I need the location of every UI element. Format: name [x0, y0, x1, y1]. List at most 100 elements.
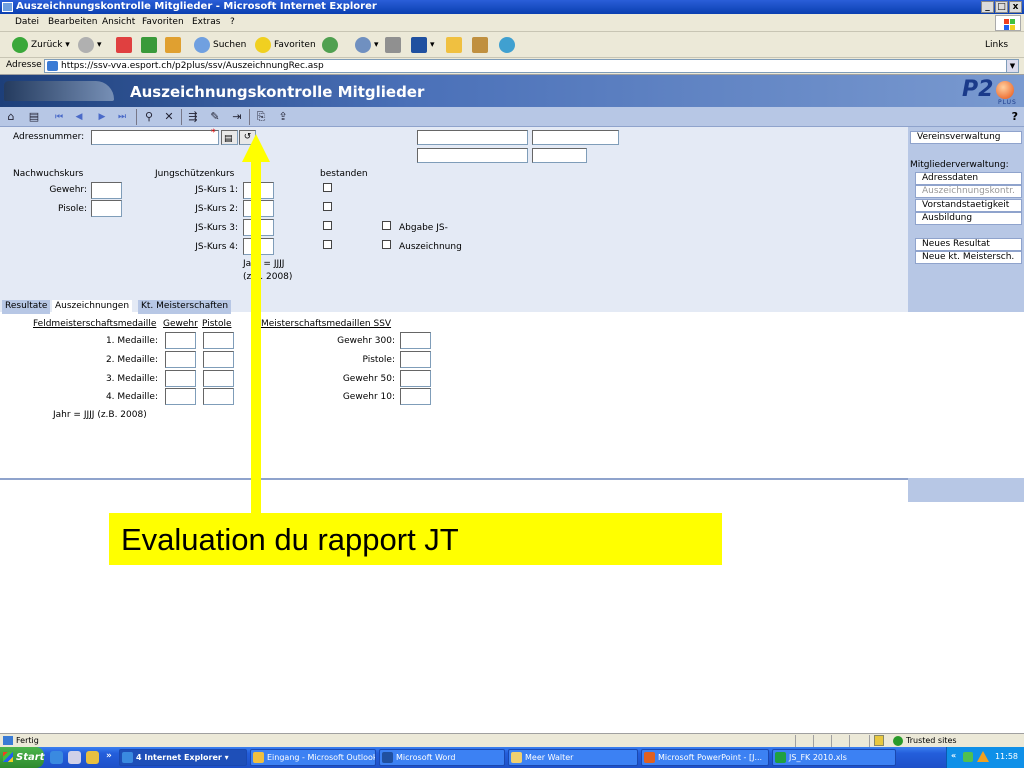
tab-auszeichnungen[interactable]: Auszeichnungen: [52, 300, 133, 314]
sidebar-item-adressdaten[interactable]: Adressdaten: [915, 172, 1022, 185]
nachwuchs-pistole-input[interactable]: [91, 200, 122, 217]
close-button[interactable]: x: [1009, 1, 1022, 13]
js3-bestanden-checkbox[interactable]: [323, 221, 332, 230]
ssv-pistole-input[interactable]: [400, 351, 431, 368]
logo-sub: PLUS: [998, 99, 1017, 106]
sidebar-item-auszeichnungskontr[interactable]: Auszeichnungskontr.: [915, 185, 1022, 198]
medal3-pistole-input[interactable]: [203, 370, 234, 387]
js4-label: JS-Kurs 4:: [195, 242, 238, 252]
maximize-button[interactable]: □: [995, 1, 1008, 13]
address-lookup-button[interactable]: ▤: [221, 130, 238, 145]
forward-button[interactable]: ▾: [78, 36, 102, 54]
word-button[interactable]: ▾: [411, 36, 435, 54]
medal2-pistole-input[interactable]: [203, 351, 234, 368]
mail-icon: [355, 36, 371, 53]
status-divider: [849, 735, 850, 747]
back-button[interactable]: Zurück ▾: [12, 36, 70, 54]
sidebar-vereinsverwaltung[interactable]: Vereinsverwaltung: [910, 131, 1022, 144]
quicklaunch-more-icon[interactable]: »: [106, 751, 119, 764]
menu-bearbeiten[interactable]: Bearbeiten: [48, 17, 97, 27]
street-field[interactable]: [417, 148, 528, 163]
address-input[interactable]: https://ssv-vva.esport.ch/p2plus/ssv/Aus…: [44, 59, 1019, 73]
ssv-gewehr300-input[interactable]: [400, 332, 431, 349]
abgabe-checkbox[interactable]: [382, 221, 391, 230]
medal4-gewehr-input[interactable]: [165, 388, 196, 405]
stop-button[interactable]: [116, 36, 135, 54]
city-field[interactable]: [532, 148, 587, 163]
ssv-gewehr50-input[interactable]: [400, 370, 431, 387]
favorites-button[interactable]: Favoriten: [255, 36, 316, 54]
task-powerpoint[interactable]: Microsoft PowerPoint - [J...: [641, 749, 769, 766]
research-button[interactable]: [472, 36, 491, 54]
medal4-pistole-input[interactable]: [203, 388, 234, 405]
network-tray-icon[interactable]: [963, 752, 973, 762]
js1-bestanden-checkbox[interactable]: [323, 183, 332, 192]
edit-icon[interactable]: ✎: [208, 110, 222, 124]
binoculars-icon[interactable]: ⚲: [142, 110, 156, 124]
sidebar-neue-meisterschaft[interactable]: Neue kt. Meistersch.: [915, 251, 1022, 264]
media-button[interactable]: [322, 36, 341, 54]
select-record-icon[interactable]: ▤: [27, 110, 41, 124]
task-excel[interactable]: JS_FK 2010.xls: [772, 749, 896, 766]
previous-record-icon[interactable]: ◀: [72, 110, 86, 124]
menu-ansicht[interactable]: Ansicht: [102, 17, 135, 27]
home-button[interactable]: [165, 36, 184, 54]
auszeichnung-checkbox[interactable]: [382, 240, 391, 249]
firstname-field[interactable]: [532, 130, 619, 145]
menu-favoriten[interactable]: Favoriten: [142, 17, 184, 27]
task-internet-explorer[interactable]: 4 Internet Explorer ▾: [119, 749, 247, 766]
next-record-icon[interactable]: ▶: [95, 110, 109, 124]
medal1-pistole-input[interactable]: [203, 332, 234, 349]
address-dropdown-icon[interactable]: ▼: [1006, 60, 1018, 72]
medal1-gewehr-input[interactable]: [165, 332, 196, 349]
first-record-icon[interactable]: ⏮: [52, 110, 66, 124]
refresh-button[interactable]: [141, 36, 160, 54]
export-icon[interactable]: ⇥: [230, 110, 244, 124]
medal3-gewehr-input[interactable]: [165, 370, 196, 387]
adressnummer-input[interactable]: [91, 130, 219, 145]
outlook-quicklaunch-icon[interactable]: [86, 751, 99, 764]
ssv-gewehr10-input[interactable]: [400, 388, 431, 405]
desktop-quicklaunch-icon[interactable]: [68, 751, 81, 764]
tray-expand-button[interactable]: «: [951, 751, 956, 760]
messenger-button[interactable]: [499, 36, 518, 54]
medal2-gewehr-input[interactable]: [165, 351, 196, 368]
sidebar-footer: [908, 478, 1024, 502]
adressnummer-label: Adressnummer:: [13, 132, 85, 142]
js4-bestanden-checkbox[interactable]: [323, 240, 332, 249]
delete-icon[interactable]: ✕: [162, 110, 176, 124]
tab-resultate[interactable]: Resultate: [2, 300, 51, 314]
menu-help[interactable]: ?: [230, 17, 235, 27]
toolbar-separator: [181, 109, 182, 125]
last-record-icon[interactable]: ⏭: [115, 110, 129, 124]
copy-icon[interactable]: ⎘: [254, 110, 268, 124]
js2-bestanden-checkbox[interactable]: [323, 202, 332, 211]
address-bar: Adresse https://ssv-vva.esport.ch/p2plus…: [0, 58, 1024, 75]
name-field[interactable]: [417, 130, 528, 145]
start-button[interactable]: Start: [0, 747, 44, 768]
nachwuchs-gewehr-input[interactable]: [91, 182, 122, 199]
mail-button[interactable]: ▾: [355, 36, 379, 54]
toolbar-separator: [136, 109, 137, 125]
tab-kt-meisterschaften[interactable]: Kt. Meisterschaften: [138, 300, 232, 314]
upload-icon[interactable]: ⇪: [276, 110, 290, 124]
js3-label: JS-Kurs 3:: [195, 223, 238, 233]
help-icon[interactable]: ?: [1012, 110, 1018, 123]
folder-button[interactable]: [446, 36, 465, 54]
menu-datei[interactable]: Datei: [15, 17, 39, 27]
search-button[interactable]: Suchen: [194, 36, 246, 54]
sidebar-neues-resultat[interactable]: Neues Resultat: [915, 238, 1022, 251]
task-outlook[interactable]: Eingang - Microsoft Outlook: [250, 749, 376, 766]
task-word[interactable]: Microsoft Word: [379, 749, 505, 766]
ie-quicklaunch-icon[interactable]: [50, 751, 63, 764]
task-meer-walter[interactable]: Meer Walter: [508, 749, 638, 766]
home-icon[interactable]: ⌂: [4, 110, 18, 124]
insert-icon[interactable]: ⇶: [186, 110, 200, 124]
print-button[interactable]: [385, 36, 404, 54]
links-button[interactable]: Links: [985, 36, 1008, 54]
warning-tray-icon[interactable]: [977, 751, 989, 762]
sidebar-item-ausbildung[interactable]: Ausbildung: [915, 212, 1022, 225]
menu-extras[interactable]: Extras: [192, 17, 220, 27]
minimize-button[interactable]: _: [981, 1, 994, 13]
sidebar-item-vorstandstaetigkeit[interactable]: Vorstandstaetigkeit: [915, 199, 1022, 212]
